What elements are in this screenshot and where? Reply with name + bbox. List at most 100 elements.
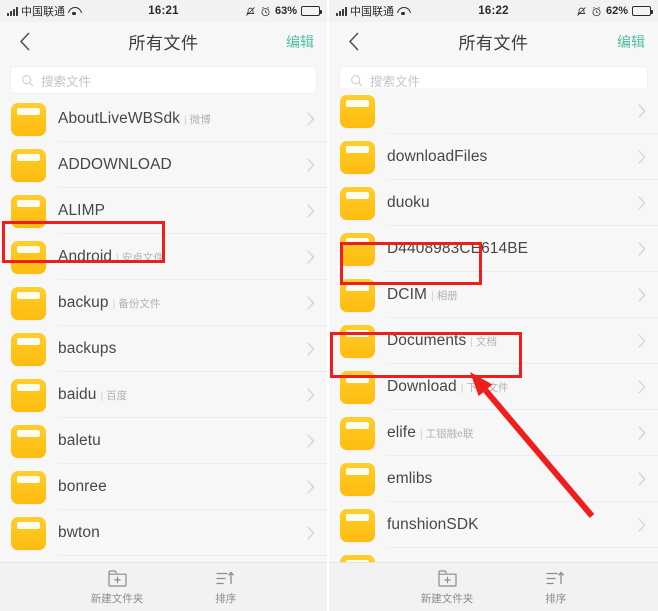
file-item-name: emlibs [387,470,433,487]
file-list-item[interactable]: funshionSDK [329,502,658,548]
file-list-item[interactable]: ADDOWNLOAD [0,142,327,188]
folder-icon [340,462,375,496]
file-list-item[interactable]: ALIMP [0,188,327,234]
file-item-text: D4408983CE614BE [387,240,528,258]
file-item-name: backup [58,294,109,311]
search-input[interactable]: 搜索文件 [10,66,317,94]
page-title: 所有文件 [458,34,529,53]
battery-percent-label: 63% [274,5,297,17]
file-item-name: D4408983CE614BE [387,240,529,257]
sort-label: 排序 [215,593,237,605]
sort-button[interactable]: 排序 [545,568,566,606]
bottom-toolbar: 新建文件夹 排序 [329,562,658,611]
folder-icon [11,286,46,320]
folder-icon [11,470,46,504]
chevron-right-icon [307,112,315,126]
file-item-text: backup | 备份文件 [58,294,160,312]
file-list-item[interactable]: elife | 工银融e联 [329,410,658,456]
file-item-subtitle: | 备份文件 [112,298,161,310]
chevron-right-icon [638,426,646,440]
file-item-text: DCIM | 相册 [387,286,458,304]
folder-icon [340,416,375,450]
mute-icon [577,6,586,16]
sort-label: 排序 [545,593,567,605]
file-list-item[interactable]: AboutLiveWBSdk | 微博 [0,96,327,142]
file-item-name: baidu [58,386,97,403]
chevron-right-icon [638,150,646,164]
folder-icon [11,424,46,458]
search-placeholder: 搜索文件 [41,74,92,89]
new-folder-button[interactable]: 新建文件夹 [421,568,473,606]
chevron-right-icon [638,380,646,394]
search-placeholder: 搜索文件 [370,74,421,89]
chevron-right-icon [307,296,315,310]
file-list-item[interactable]: baletu [0,418,327,464]
folder-icon [340,94,375,128]
folder-icon [340,278,375,312]
new-folder-button[interactable]: 新建文件夹 [90,568,144,606]
alarm-clock-icon [261,6,270,16]
page-title: 所有文件 [128,34,199,53]
file-list[interactable]: AboutLiveWBSdk | 微博 ADDOWNLOAD ALIMP Android |… [0,96,327,562]
file-item-text: baidu | 百度 [58,386,127,404]
edit-button[interactable]: 编辑 [617,32,645,52]
battery-icon [632,6,654,16]
file-list-item[interactable]: D4408983CE614BE [329,226,658,272]
file-list-item[interactable]: backup | 备份文件 [0,280,327,326]
back-chevron-icon [348,32,358,51]
new-folder-label: 新建文件夹 [90,593,144,605]
back-button[interactable] [13,31,35,53]
file-item-text: bonree [58,478,107,496]
file-item-text: funshionSDK [387,516,479,534]
file-item-name: duoku [387,194,430,211]
file-item-subtitle: | 下载文件 [460,382,509,394]
file-list-item[interactable]: Documents | 文档 [329,318,658,364]
file-item-text: Documents | 文档 [387,332,497,350]
battery-percent-label: 62% [605,5,628,17]
file-list-item[interactable]: backups [0,326,327,372]
file-list-item[interactable]: duoku [329,180,658,226]
folder-icon [340,508,375,542]
back-button[interactable] [342,31,364,53]
bottom-toolbar: 新建文件夹 排序 [0,562,327,611]
folder-icon [340,324,375,358]
file-item-name: ALIMP [58,202,106,219]
file-list-item[interactable]: DCIM | 相册 [329,272,658,318]
phone-screen-left: 中国联通 16:21 63% 所有文件 编辑 搜索文件 AboutLiveWBS… [0,0,329,611]
status-bar-right: 63% [245,5,323,17]
chevron-right-icon [638,334,646,348]
folder-icon [11,378,46,412]
file-item-name: Documents [387,332,467,349]
file-list[interactable]: downloadFiles duoku D4408983CE614BE DCIM | 相册… [329,88,658,562]
edit-button[interactable]: 编辑 [286,32,314,52]
file-list-item[interactable]: baidu | 百度 [0,372,327,418]
file-item-subtitle: | 百度 [100,390,128,402]
status-bar-right: 62% [576,5,654,17]
chevron-right-icon [638,196,646,210]
chevron-right-icon [307,480,315,494]
file-item-text: Android | 安卓文件 [58,248,164,266]
folder-icon [11,516,46,550]
chevron-right-icon [638,472,646,486]
file-list-item[interactable]: bwton [0,510,327,556]
file-list-item[interactable]: Android | 安卓文件 [0,234,327,280]
folder-icon [11,102,46,136]
folder-icon [11,240,46,274]
file-list-item[interactable]: downloadFiles [329,134,658,180]
file-item-text: emlibs [387,470,432,488]
chevron-right-icon [307,434,315,448]
chevron-right-icon [307,342,315,356]
file-list-item[interactable]: FaceU|Faceu激萌 [329,548,658,562]
file-item-text: ADDOWNLOAD [58,156,172,174]
chevron-right-icon [307,204,315,218]
file-list-item[interactable]: bonree [0,464,327,510]
search-section: 搜索文件 [0,61,327,100]
file-list-item[interactable]: emlibs [329,456,658,502]
file-list-item[interactable]: Download | 下载文件 [329,364,658,410]
file-item-subtitle: | 安卓文件 [116,252,164,264]
folder-icon [340,554,375,562]
sort-button[interactable]: 排序 [215,568,236,606]
folder-icon [340,186,375,220]
folder-icon [11,332,46,366]
file-list-item[interactable] [329,88,658,134]
